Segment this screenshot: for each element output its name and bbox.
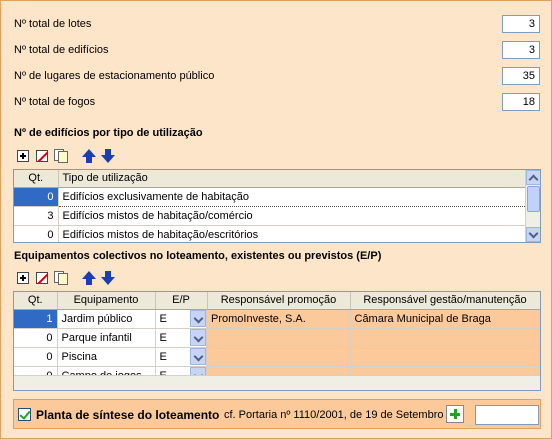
table-row[interactable]: 0 Parque infantil E (14, 328, 540, 348)
management-cell[interactable] (350, 347, 540, 367)
management-cell[interactable] (350, 328, 540, 348)
field-label: Nº total de lotes (14, 18, 92, 30)
ep-value: E (159, 350, 167, 363)
ep-select[interactable]: E (155, 309, 207, 329)
field-total-lots: Nº total de lotes 3 (14, 15, 540, 33)
field-label: Nº de lugares de estacionamento público (14, 70, 215, 82)
buildings-vertical-scrollbar[interactable] (525, 170, 540, 242)
table-row[interactable]: 0 Piscina E (14, 347, 540, 367)
qty-cell[interactable]: 0 (14, 347, 58, 367)
total-dwellings-input[interactable]: 18 (502, 93, 540, 111)
promotion-cell[interactable] (207, 347, 351, 367)
type-cell: Edifícios exclusivamente de habitação (57, 186, 528, 207)
move-down-button[interactable] (100, 148, 116, 164)
dropdown-arrow-icon[interactable] (190, 329, 206, 346)
table-row[interactable]: 1 Jardim público E PromoInveste, S.A. Câ… (14, 309, 540, 329)
arrow-down-icon (101, 155, 115, 163)
qty-cell[interactable]: 0 (14, 328, 58, 348)
chevron-up-icon (528, 174, 539, 185)
scroll-thumb[interactable] (527, 186, 540, 212)
buildings-grid: Qt. Tipo de utilização 0 Edifícios exclu… (13, 169, 541, 243)
arrow-down-icon (101, 277, 115, 285)
table-row[interactable]: 0 Edifícios mistos de habitação/escritór… (14, 225, 528, 242)
move-up-button[interactable] (81, 148, 97, 164)
add-row-button[interactable] (15, 148, 31, 164)
equipment-toolbar (15, 270, 116, 286)
dropdown-arrow-icon[interactable] (190, 348, 206, 365)
delete-icon (36, 272, 48, 284)
ep-value: E (159, 331, 167, 344)
site-plan-file-field[interactable] (475, 405, 539, 425)
equipment-cell: Jardim público (57, 309, 156, 329)
add-file-button[interactable] (446, 405, 464, 423)
scroll-down-button[interactable] (526, 227, 540, 242)
col-header-qty[interactable]: Qt. (14, 170, 59, 188)
equipment-horizontal-scrollbar[interactable] (14, 375, 540, 390)
parking-spaces-input[interactable]: 35 (502, 67, 540, 85)
equipment-grid: Qt. Equipamento E/P Responsável promoção… (13, 291, 541, 391)
buildings-toolbar (15, 148, 116, 164)
qty-cell[interactable]: 3 (14, 206, 59, 226)
ep-select[interactable]: E (155, 328, 207, 348)
site-plan-title: Planta de síntese do loteamento (36, 408, 220, 422)
site-plan-panel: Planta de síntese do loteamento cf. Port… (13, 399, 541, 429)
col-header-qty[interactable]: Qt. (14, 292, 58, 310)
buildings-section-title: Nº de edifícios por tipo de utilização (14, 127, 203, 139)
col-header-equipment[interactable]: Equipamento (57, 292, 156, 310)
site-plan-checkbox[interactable] (18, 408, 31, 421)
dropdown-arrow-icon[interactable] (190, 310, 206, 327)
delete-icon (36, 150, 48, 162)
equipment-cell: Parque infantil (57, 328, 156, 348)
field-label: Nº total de fogos (14, 96, 96, 108)
add-icon (17, 150, 29, 162)
add-row-button[interactable] (15, 270, 31, 286)
type-cell: Edifícios mistos de habitação/comércio (58, 206, 528, 226)
ep-value: E (159, 312, 167, 325)
move-up-button[interactable] (81, 270, 97, 286)
promotion-cell[interactable] (207, 328, 351, 348)
table-row[interactable]: 0 Edifícios exclusivamente de habitação (14, 186, 528, 207)
total-lots-input[interactable]: 3 (502, 15, 540, 33)
field-label: Nº total de edifícios (14, 44, 109, 56)
add-icon (17, 272, 29, 284)
col-header-ep[interactable]: E/P (155, 292, 208, 310)
col-header-management[interactable]: Responsável gestão/manutenção (350, 292, 540, 310)
copy-row-button[interactable] (53, 270, 69, 286)
equipment-cell: Piscina (57, 347, 156, 367)
qty-cell[interactable]: 0 (14, 225, 59, 242)
move-down-button[interactable] (100, 270, 116, 286)
equipment-section-title: Equipamentos colectivos no loteamento, e… (14, 250, 382, 262)
management-cell[interactable]: Câmara Municipal de Braga (350, 309, 540, 329)
type-cell: Edifícios mistos de habitação/escritório… (58, 225, 528, 242)
field-total-buildings: Nº total de edifícios 3 (14, 41, 540, 59)
qty-cell[interactable]: 0 (14, 187, 59, 207)
field-parking-spaces: Nº de lugares de estacionamento público … (14, 67, 540, 85)
qty-cell[interactable]: 1 (14, 309, 58, 329)
col-header-type[interactable]: Tipo de utilização (58, 170, 528, 188)
promotion-cell[interactable]: PromoInveste, S.A. (207, 309, 351, 329)
ep-select[interactable]: E (155, 347, 207, 367)
total-buildings-input[interactable]: 3 (502, 41, 540, 59)
delete-row-button[interactable] (34, 148, 50, 164)
col-header-promotion[interactable]: Responsável promoção (207, 292, 351, 310)
site-plan-note: cf. Portaria nº 1110/2001, de 19 de Sete… (224, 409, 444, 421)
form-panel: Nº total de lotes 3 Nº total de edifício… (0, 0, 552, 439)
chevron-down-icon (528, 228, 539, 239)
table-row[interactable]: 3 Edifícios mistos de habitação/comércio (14, 206, 528, 226)
delete-row-button[interactable] (34, 270, 50, 286)
copy-row-button[interactable] (53, 148, 69, 164)
scroll-up-button[interactable] (526, 170, 540, 185)
field-total-dwellings: Nº total de fogos 18 (14, 93, 540, 111)
